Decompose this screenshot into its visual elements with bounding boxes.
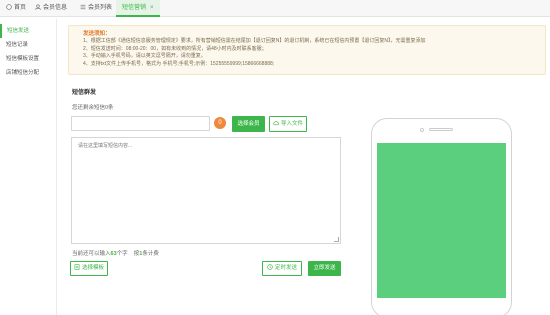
import-file-label: 导入文件: [280, 121, 303, 127]
cloud-upload-icon: [273, 121, 279, 126]
sms-content-area: [71, 137, 341, 244]
clock-icon: [267, 264, 273, 270]
sidebar: 短信发送 短信记录 短信模板设置 店铺短信分配: [0, 19, 57, 315]
phone-preview: [371, 118, 512, 315]
tab-sms-marketing-label: 短信营销: [122, 5, 147, 11]
phone-preview-screen: [377, 143, 506, 298]
camera-icon: [420, 128, 424, 132]
section-title: 短信群发: [72, 90, 97, 96]
send-now-button[interactable]: 立即发送: [308, 261, 341, 276]
import-file-button[interactable]: 导入文件: [269, 116, 307, 132]
sms-content-input[interactable]: [72, 138, 340, 243]
select-template-label: 选择模板: [81, 265, 104, 271]
notice-title: 发送须知：: [83, 31, 111, 37]
tab-member-info-label: 会员信息: [43, 5, 68, 11]
tab-home-label: 首页: [14, 5, 27, 11]
select-member-button[interactable]: 选择会员: [232, 116, 265, 132]
counter-prefix: 当前还可以输入: [72, 251, 111, 257]
list-icon: [80, 4, 86, 10]
user-icon: [35, 4, 41, 10]
timed-send-button[interactable]: 定时发送: [262, 261, 302, 276]
close-icon[interactable]: ×: [150, 5, 154, 11]
tab-sms-marketing[interactable]: 短信营销 ×: [116, 0, 160, 17]
notice-box: 发送须知： 1、根据工信部《通信短信息服务管理规定》要求，所有营销短信需在结尾加…: [68, 25, 546, 75]
home-icon: [6, 4, 12, 10]
tab-home[interactable]: 首页: [6, 0, 26, 17]
counter-rule-suffix: 条计费: [142, 251, 159, 257]
timed-send-label: 定时发送: [274, 265, 297, 271]
resize-handle[interactable]: [334, 237, 339, 242]
sidebar-item-sms-records[interactable]: 短信记录: [0, 38, 56, 52]
select-template-button[interactable]: 选择模板: [70, 261, 108, 276]
template-icon: [74, 264, 80, 270]
sidebar-item-sms-template-settings[interactable]: 短信模板设置: [0, 52, 56, 66]
sidebar-item-store-sms-allocation[interactable]: 店铺短信分配: [0, 66, 56, 80]
tab-bar: 首页 会员信息 会员列表 短信营销 ×: [0, 0, 550, 17]
tab-member-list[interactable]: 会员列表: [80, 0, 112, 17]
char-counter: 当前还可以输入63个字 按1条计费: [72, 249, 159, 257]
tab-member-info[interactable]: 会员信息: [35, 0, 67, 17]
selected-count-badge: 0: [214, 117, 226, 129]
remaining-sms-label: 您还剩余短信0条: [72, 105, 114, 111]
sidebar-item-sms-send[interactable]: 短信发送: [0, 24, 56, 38]
speaker-icon: [429, 128, 453, 131]
notice-line: 1、根据工信部《通信短信息服务管理规定》要求，所有营销短信需在结尾加【退订回复N…: [83, 38, 426, 44]
counter-mid: 个字: [116, 251, 128, 257]
phone-number-input[interactable]: [71, 116, 210, 131]
notice-line: 3、手动输入手机号码，请以英文逗号隔开，请勿重复。: [83, 53, 206, 60]
tab-member-list-label: 会员列表: [88, 5, 113, 11]
notice-line: 4、支持txt文件上传手机号，格式为 手机号;手机号;示例：1525555999…: [83, 60, 275, 67]
